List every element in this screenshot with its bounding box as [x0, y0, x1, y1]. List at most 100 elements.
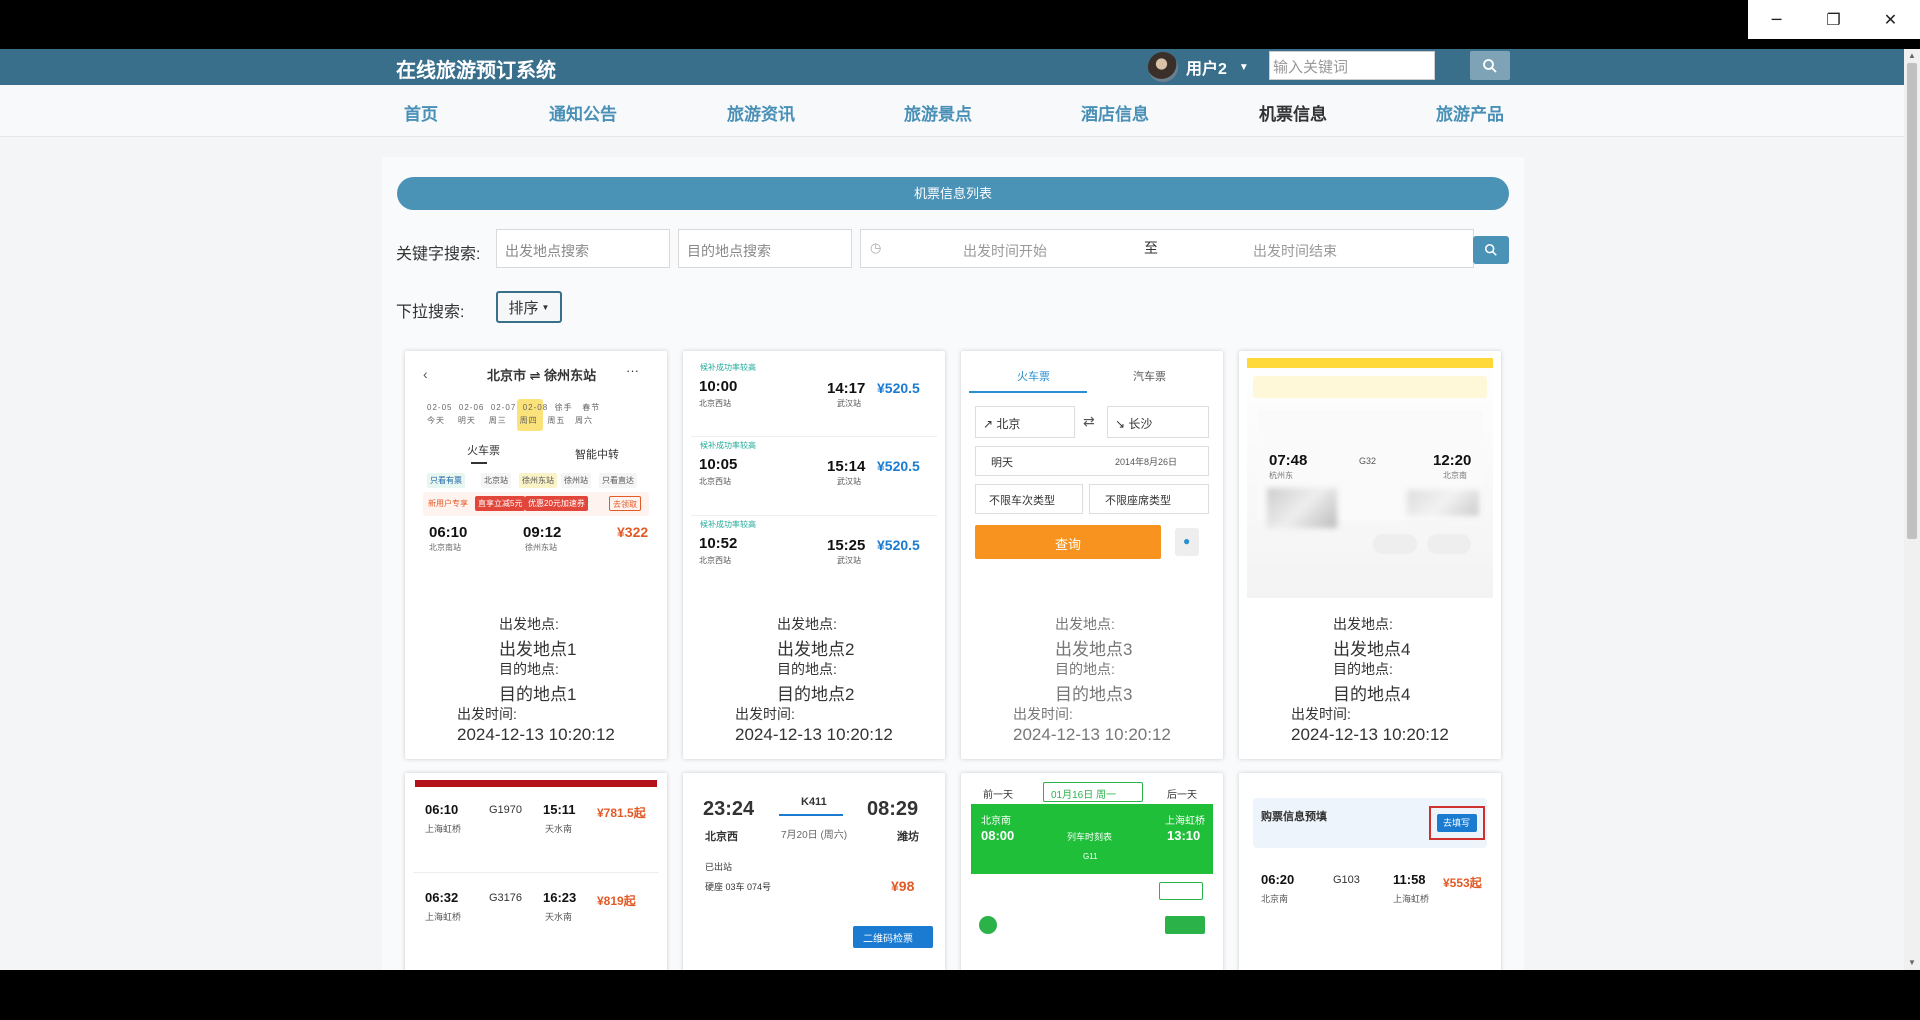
ticket-image: 候补成功率较高 10:00 14:17 ¥520.5 北京西站 武汉站 候补成功…	[691, 358, 937, 598]
time-value: 2024-12-13 10:20:12	[735, 725, 893, 744]
thumb-from: 北京西	[705, 831, 738, 843]
ticket-card[interactable]: 07:48 G32 12:20 杭州东 北京南 出发地点: 出发地点4 目的地点…	[1239, 351, 1501, 759]
filter-search-button[interactable]	[1473, 236, 1509, 264]
origin-search-input[interactable]: 出发地点搜索	[496, 229, 670, 268]
destination-value: 目的地点1	[499, 685, 577, 704]
thumb-to: 天水南	[545, 912, 573, 922]
thumb-from: 上海虹桥	[425, 912, 462, 922]
thumb-to: 武汉站	[837, 477, 861, 486]
time-value: 2024-12-13 10:20:12	[1291, 725, 1449, 744]
search-icon	[1484, 243, 1497, 256]
thumb-dep-time: 06:32	[425, 890, 459, 905]
departure-time-range[interactable]: ◷ 出发时间开始 至 出发时间结束	[860, 229, 1474, 268]
destination-value: 目的地点3	[1055, 685, 1133, 704]
ticket-card[interactable]: 23:24 K411 08:29 北京西 7月20日 (周六) 潍坊 已出站 硬…	[683, 773, 945, 970]
thumb-arr-time: 16:23	[543, 890, 577, 905]
destination-label: 目的地点:	[499, 661, 559, 677]
ticket-image: 23:24 K411 08:29 北京西 7月20日 (周六) 潍坊 已出站 硬…	[691, 780, 937, 970]
ticket-card[interactable]: 购票信息预填 去填写 06:20 G103 11:58 ¥553起 北京南 上海…	[1239, 773, 1501, 970]
thumb-dep-time: 10:52	[699, 535, 738, 552]
thumb-status: 已出站	[705, 862, 733, 872]
thumb-train: G3176	[489, 892, 523, 904]
scroll-up-icon[interactable]: ▲	[1904, 49, 1920, 63]
ticket-card[interactable]: 火车票 汽车票 ↗ 北京 ⇄ ↘ 长沙 明天 2014年8月26日 不限车次类型…	[961, 351, 1223, 759]
destination-label: 目的地点:	[1333, 661, 1393, 677]
avatar	[1148, 52, 1178, 82]
ticket-list-panel: 机票信息列表 关键字搜索: 出发地点搜索 目的地点搜索 ◷ 出发时间开始 至 出…	[382, 157, 1524, 970]
thumb-to: 徐州东站	[525, 543, 557, 552]
minimize-button[interactable]: ─	[1748, 0, 1805, 39]
close-button[interactable]: ✕	[1862, 0, 1919, 39]
nav-home[interactable]: 首页	[404, 100, 438, 125]
thumb-to: 上海虹桥	[1165, 816, 1205, 827]
clock-icon: ◷	[870, 240, 882, 255]
thumb-price: ¥520.5	[877, 458, 920, 474]
nav-hotels[interactable]: 酒店信息	[1081, 100, 1149, 125]
thumb-train: G103	[1333, 874, 1360, 886]
time-label: 出发时间:	[457, 706, 517, 722]
destination-value: 目的地点4	[1333, 685, 1411, 704]
ticket-card[interactable]: ‹ 北京市 ⇌ 徐州东站 ··· 02-05 02-06 02-07 02-08…	[405, 351, 667, 759]
thumb-from: 北京西站	[699, 556, 731, 565]
back-icon: ‹	[423, 366, 428, 382]
ticket-image: ‹ 北京市 ⇌ 徐州东站 ··· 02-05 02-06 02-07 02-08…	[413, 358, 659, 598]
nav-travel-news[interactable]: 旅游资讯	[727, 100, 795, 125]
scroll-thumb[interactable]	[1907, 63, 1917, 539]
time-label: 出发时间:	[735, 706, 795, 722]
origin-value: 出发地点2	[777, 640, 855, 659]
ticket-image: 06:10 G1970 15:11 ¥781.5起 上海虹桥 天水南 06:32…	[413, 780, 659, 970]
destination-label: 目的地点:	[1055, 661, 1115, 677]
origin-label: 出发地点:	[499, 616, 559, 632]
time-start-input[interactable]: 出发时间开始	[963, 241, 1047, 261]
thumb-arr-time: 15:25	[827, 537, 866, 554]
thumb-to: 上海虹桥	[1393, 894, 1430, 904]
thumb-fill-button: 去填写	[1443, 818, 1471, 828]
window-controls: ─ ❐ ✕	[1748, 0, 1920, 39]
scroll-down-icon[interactable]: ▼	[1904, 956, 1920, 970]
thumb-price: ¥553起	[1443, 876, 1482, 890]
vertical-scrollbar[interactable]: ▲ ▼	[1904, 49, 1920, 970]
dropdown-search-label: 下拉搜索:	[396, 304, 465, 321]
thumb-arr-time: 15:14	[827, 458, 866, 475]
destination-value: 目的地点2	[777, 685, 855, 704]
thumb-price: ¥819起	[597, 894, 636, 908]
destination-search-input[interactable]: 目的地点搜索	[678, 229, 852, 268]
ticket-card[interactable]: 候补成功率较高 10:00 14:17 ¥520.5 北京西站 武汉站 候补成功…	[683, 351, 945, 759]
time-end-input[interactable]: 出发时间结束	[1253, 241, 1337, 261]
thumb-price: ¥781.5起	[597, 806, 646, 820]
window-titlebar: ─ ❐ ✕	[0, 0, 1920, 49]
ticket-card[interactable]: 06:10 G1970 15:11 ¥781.5起 上海虹桥 天水南 06:32…	[405, 773, 667, 970]
swap-icon: ⇄	[1083, 413, 1095, 429]
thumb-arr-time: 15:11	[543, 802, 576, 817]
origin-label: 出发地点:	[1055, 616, 1115, 632]
thumb-arr-time: 14:17	[827, 380, 866, 397]
thumb-next-day: 后一天	[1167, 790, 1197, 801]
restore-button[interactable]: ❐	[1805, 0, 1862, 39]
thumb-arr-time: 09:12	[523, 524, 562, 541]
ticket-image: 购票信息预填 去填写 06:20 G103 11:58 ¥553起 北京南 上海…	[1247, 780, 1493, 970]
ticket-card[interactable]: 前一天 01月16日 周一 后一天 北京南 上海虹桥 08:00 13:10 列…	[961, 773, 1223, 970]
header-search-input[interactable]: 输入关键词	[1269, 51, 1435, 80]
thumb-dep-time: 10:00	[699, 378, 738, 395]
origin-label: 出发地点:	[777, 616, 837, 632]
sort-dropdown[interactable]: 排序 ▼	[496, 291, 562, 323]
thumb-dep-time: 08:00	[981, 828, 1015, 843]
thumb-to: 北京南	[1443, 471, 1467, 480]
thumb-tab-train: 火车票	[467, 445, 500, 457]
user-menu[interactable]: 用户2 ▼	[1148, 51, 1249, 83]
thumb-train: G32	[1359, 456, 1377, 466]
user-name: 用户2	[1186, 61, 1227, 78]
thumb-date: 2014年8月26日	[1115, 457, 1178, 467]
nav-notices[interactable]: 通知公告	[549, 100, 617, 125]
thumb-train: G11	[1083, 852, 1098, 861]
header-search-button[interactable]	[1470, 51, 1510, 80]
thumb-prefill-title: 购票信息预填	[1261, 811, 1327, 823]
nav-products[interactable]: 旅游产品	[1436, 100, 1504, 125]
nav-tickets[interactable]: 机票信息	[1259, 100, 1327, 125]
thumb-price: ¥520.5	[877, 380, 920, 396]
thumb-tab-transfer: 智能中转	[575, 449, 619, 461]
nav-attractions[interactable]: 旅游景点	[904, 100, 972, 125]
thumb-query: 查询	[1055, 537, 1082, 552]
thumb-dep-time: 06:20	[1261, 872, 1295, 887]
thumb-arr-time: 12:20	[1433, 452, 1472, 469]
